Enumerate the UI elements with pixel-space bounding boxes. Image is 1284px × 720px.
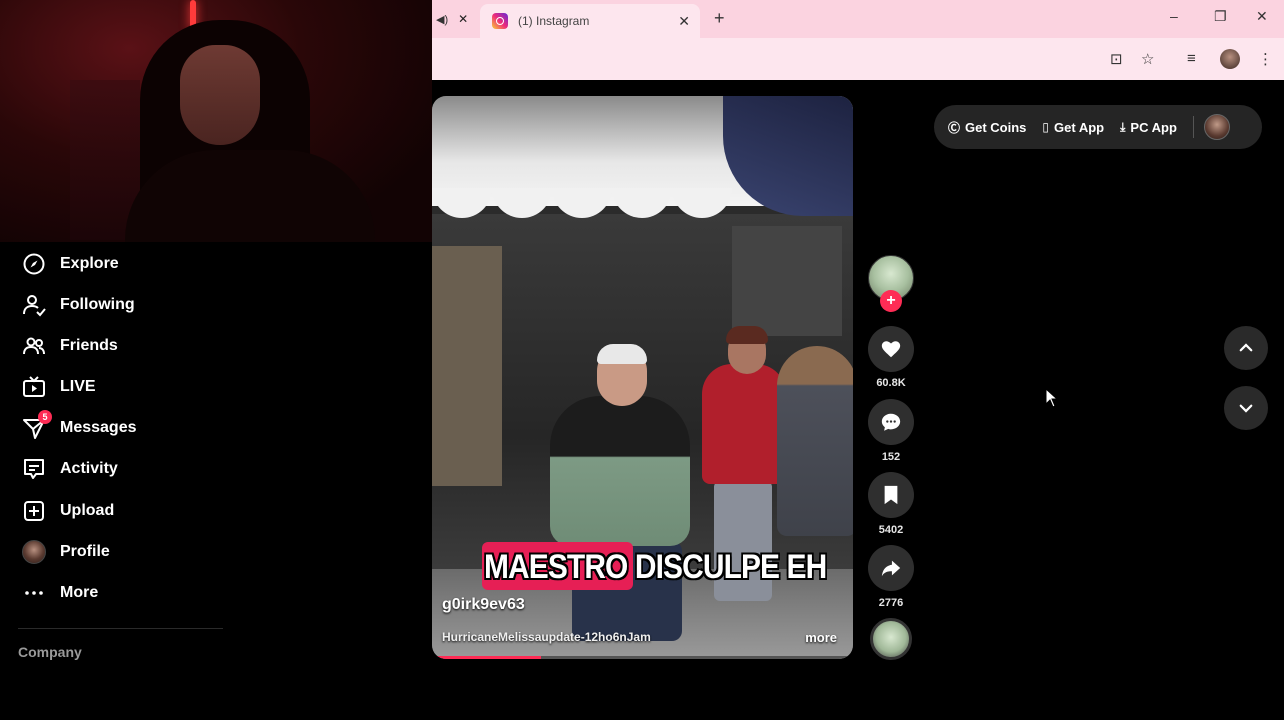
video-description: HurricaneMelissaupdate-12ho6nJam — [442, 630, 651, 644]
install-app-icon[interactable]: ⊡ — [1110, 50, 1123, 68]
sidebar-item-following[interactable]: Following — [22, 290, 135, 320]
sidebar-item-upload[interactable]: Upload — [22, 496, 114, 526]
video-person-girl — [777, 346, 853, 536]
previous-tab-close-icon[interactable]: ✕ — [458, 12, 468, 26]
get-app-button[interactable]: ▯ Get App — [1042, 120, 1104, 135]
sidebar-item-label: Activity — [60, 460, 118, 477]
bookmark-star-icon[interactable]: ☆ — [1141, 50, 1154, 68]
instagram-icon — [492, 13, 508, 29]
close-window-button[interactable]: ✕ — [1256, 8, 1268, 25]
more-dots-icon — [25, 591, 43, 595]
upload-plus-icon — [24, 501, 44, 521]
share-button[interactable] — [868, 545, 914, 591]
browser-menu-icon[interactable]: ⋮ — [1258, 50, 1273, 68]
compass-icon — [23, 253, 45, 275]
previous-tab[interactable]: ◀) ✕ — [432, 6, 468, 32]
video-author[interactable]: g0irk9ev63 — [442, 596, 525, 614]
sidebar-item-explore[interactable]: Explore — [22, 249, 119, 279]
paper-plane-icon: 5 — [22, 410, 52, 440]
get-coins-button[interactable]: Ⓒ Get Coins — [948, 119, 1026, 136]
sidebar-item-label: Following — [60, 296, 135, 313]
video-person-hair — [726, 326, 768, 344]
save-count: 5402 — [878, 524, 904, 536]
tab-title: (1) Instagram — [518, 14, 590, 28]
new-tab-button[interactable]: + — [714, 8, 725, 29]
restore-button[interactable]: ❐ — [1214, 8, 1227, 25]
video-person-hair — [597, 344, 647, 364]
sidebar-item-label: Profile — [60, 543, 110, 560]
sidebar-item-profile[interactable]: Profile — [22, 537, 110, 567]
profile-avatar — [22, 540, 46, 564]
browser-tab-strip: ◀) ✕ (1) Instagram ✕ + – ❐ ✕ — [432, 0, 1284, 38]
chevron-down-icon — [1239, 404, 1253, 413]
minimize-button[interactable]: – — [1170, 8, 1178, 24]
video-scene-shelf — [432, 246, 502, 486]
comment-count: 152 — [881, 451, 901, 463]
get-app-label: Get App — [1054, 119, 1105, 135]
comment-icon — [881, 413, 901, 431]
share-arrow-icon — [881, 560, 901, 577]
sidebar-item-activity[interactable]: Activity — [22, 454, 118, 484]
sidebar-item-live[interactable]: LIVE — [22, 372, 96, 402]
bookmark-icon — [884, 485, 898, 505]
footer-company-heading[interactable]: Company — [18, 644, 82, 660]
browser-profile-avatar[interactable] — [1220, 49, 1240, 69]
user-avatar[interactable] — [1203, 114, 1230, 140]
tab-instagram[interactable]: (1) Instagram ✕ — [480, 4, 700, 38]
pill-divider — [1192, 116, 1194, 138]
pc-app-button[interactable]: ⤓ PC App — [1120, 120, 1177, 135]
video-person-woman — [702, 364, 786, 484]
phone-icon: ▯ — [1042, 120, 1050, 134]
description-more-link[interactable]: more — [805, 630, 837, 645]
like-button[interactable] — [868, 326, 914, 372]
sidebar-item-label: Explore — [60, 255, 119, 272]
next-video-button[interactable] — [1224, 386, 1268, 430]
sidebar-item-label: Upload — [60, 502, 115, 519]
follow-button[interactable]: + — [880, 290, 902, 312]
speaker-icon: ◀) — [436, 13, 449, 26]
sidebar-item-more[interactable]: More — [22, 578, 98, 608]
live-tv-icon — [23, 376, 45, 397]
get-coins-label: Get Coins — [965, 119, 1027, 135]
user-follow-icon — [23, 295, 46, 317]
pc-app-label: PC App — [1130, 119, 1177, 135]
sidebar-item-label: Messages — [60, 419, 137, 436]
video-person-man — [550, 396, 690, 546]
media-control-icon[interactable]: ≡ — [1187, 50, 1196, 67]
music-disc[interactable] — [870, 618, 912, 660]
messages-badge: 5 — [38, 410, 52, 424]
save-button[interactable] — [868, 472, 914, 518]
sidebar-item-label: More — [60, 584, 99, 601]
video-scene-window — [732, 226, 842, 336]
webcam-overlay — [0, 0, 432, 242]
like-count: 60.8K — [876, 377, 906, 389]
person-face — [180, 45, 260, 145]
comment-button[interactable] — [868, 399, 914, 445]
video-player[interactable]: MAESTRO DISCULPE EH g0irk9ev63 Hurricane… — [432, 96, 853, 659]
sidebar-item-friends[interactable]: Friends — [22, 331, 118, 361]
video-progress-fill — [432, 656, 542, 659]
sidebar-item-label: LIVE — [60, 378, 96, 395]
activity-icon — [24, 459, 44, 479]
sidebar-divider — [18, 628, 223, 629]
sidebar: Explore Following Friends LIVE 5 Message… — [0, 242, 432, 720]
coin-icon: Ⓒ — [948, 120, 961, 135]
chevron-up-icon — [1239, 343, 1253, 352]
sidebar-item-label: Friends — [60, 337, 118, 354]
video-progress-bar[interactable] — [432, 656, 853, 659]
video-caption: MAESTRO DISCULPE EH — [484, 548, 827, 586]
download-icon: ⤓ — [1120, 119, 1126, 134]
mouse-cursor-icon — [1045, 388, 1059, 408]
top-actions-bar: Ⓒ Get Coins ▯ Get App ⤓ PC App — [934, 105, 1262, 149]
heart-icon — [881, 341, 901, 358]
friends-icon — [23, 337, 45, 355]
browser-toolbar: ⊡ ☆ ≡ ⋮ — [432, 38, 1284, 80]
sidebar-item-messages[interactable]: 5 Messages — [22, 410, 137, 443]
close-tab-icon[interactable]: ✕ — [678, 13, 690, 30]
share-count: 2776 — [878, 597, 904, 609]
previous-video-button[interactable] — [1224, 326, 1268, 370]
